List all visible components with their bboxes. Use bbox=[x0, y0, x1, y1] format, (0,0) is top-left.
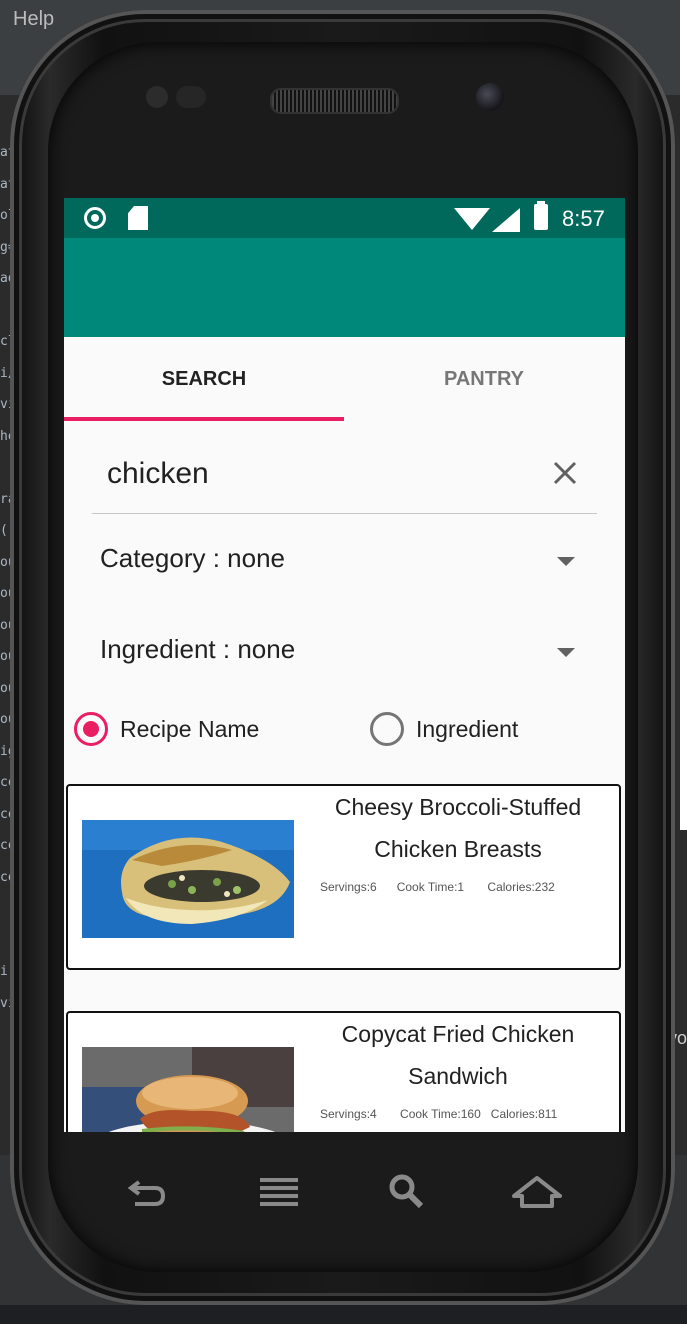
recipe-title-line-2: Chicken Breasts bbox=[374, 836, 542, 862]
status-bar: 8:57 bbox=[64, 198, 625, 238]
recipe-title-line-1: Cheesy Broccoli-Stuffed bbox=[334, 794, 582, 820]
battery-icon bbox=[534, 201, 548, 230]
ide-preview-panel bbox=[680, 0, 687, 830]
device-screen: 8:57 SEARCH PANTRY chicken Category : no… bbox=[64, 198, 625, 1132]
ingredient-spinner[interactable]: Ingredient : none bbox=[100, 626, 590, 676]
tab-bar: SEARCH PANTRY bbox=[64, 337, 625, 421]
recipe-title: Cheesy Broccoli-Stuffed Chicken Breasts bbox=[308, 786, 608, 870]
ingredient-spinner-label: Ingredient : none bbox=[100, 634, 296, 664]
recipe-card[interactable]: Cheesy Broccoli-Stuffed Chicken Breasts … bbox=[66, 784, 621, 970]
home-icon[interactable] bbox=[510, 1172, 564, 1212]
recipe-servings: Servings:6 bbox=[320, 880, 377, 894]
radio-unchecked-icon bbox=[370, 712, 404, 746]
radio-recipe-name-label: Recipe Name bbox=[120, 716, 260, 742]
menu-icon[interactable] bbox=[258, 1174, 300, 1210]
search-icon[interactable] bbox=[385, 1170, 429, 1214]
recipe-image bbox=[82, 820, 294, 938]
recipe-meta: Servings:6 Cook Time:1 Calories:232 bbox=[320, 880, 555, 894]
menu-help[interactable]: Help bbox=[13, 8, 54, 31]
ide-status-bar bbox=[0, 1305, 687, 1324]
recipe-card[interactable]: Copycat Fried Chicken Sandwich Servings:… bbox=[66, 1011, 621, 1132]
app-bar bbox=[64, 238, 625, 337]
recipe-calories: Calories:811 bbox=[490, 1107, 558, 1121]
recipe-image bbox=[82, 1047, 294, 1132]
light-sensor bbox=[176, 86, 206, 108]
recipe-servings: Servings:4 bbox=[320, 1107, 377, 1121]
close-icon[interactable] bbox=[547, 455, 583, 491]
search-input-value: chicken bbox=[107, 457, 209, 490]
category-spinner-label: Category : none bbox=[100, 543, 286, 573]
record-notification-icon bbox=[84, 207, 106, 229]
proximity-sensor bbox=[146, 86, 168, 108]
dropdown-arrow-icon bbox=[557, 648, 575, 657]
dropdown-arrow-icon bbox=[557, 557, 575, 566]
search-input[interactable]: chicken bbox=[92, 443, 597, 514]
recipe-title-line-1: Copycat Fried Chicken bbox=[341, 1021, 575, 1047]
back-icon[interactable] bbox=[125, 1170, 169, 1214]
tab-pantry[interactable]: PANTRY bbox=[344, 337, 624, 421]
wifi-icon bbox=[454, 208, 490, 230]
search-mode-radio-group: Recipe Name Ingredient bbox=[74, 710, 614, 750]
earpiece-speaker bbox=[270, 88, 399, 114]
cell-signal-icon bbox=[492, 208, 520, 232]
tab-search[interactable]: SEARCH bbox=[64, 337, 344, 421]
recipe-cook-time: Cook Time:1 bbox=[396, 880, 465, 894]
category-spinner[interactable]: Category : none bbox=[100, 535, 590, 585]
sd-card-icon bbox=[128, 206, 148, 230]
tab-indicator bbox=[64, 417, 344, 421]
radio-ingredient-label: Ingredient bbox=[416, 716, 519, 742]
recipe-cook-time: Cook Time:160 bbox=[400, 1107, 481, 1121]
recipe-calories: Calories:232 bbox=[487, 880, 555, 894]
status-time: 8:57 bbox=[562, 206, 605, 231]
front-camera bbox=[476, 83, 504, 111]
recipe-title-line-2: Sandwich bbox=[408, 1063, 508, 1089]
recipe-title: Copycat Fried Chicken Sandwich bbox=[308, 1013, 608, 1097]
recipe-meta: Servings:4 Cook Time:160 Calories:811 bbox=[320, 1107, 557, 1121]
radio-ingredient[interactable]: Ingredient bbox=[370, 710, 590, 750]
radio-checked-icon bbox=[74, 712, 108, 746]
radio-recipe-name[interactable]: Recipe Name bbox=[74, 710, 314, 750]
